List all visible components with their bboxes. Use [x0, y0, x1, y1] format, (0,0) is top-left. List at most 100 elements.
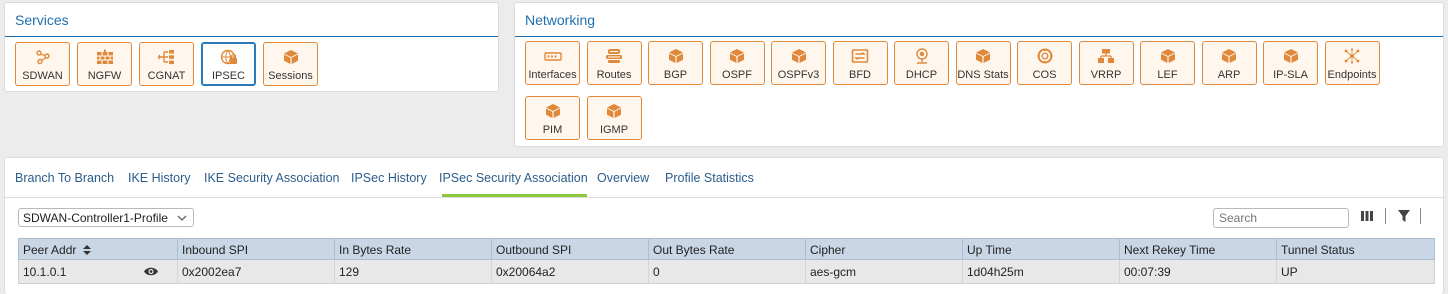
tab-bar-divider: [5, 197, 1443, 198]
networking-tile-ospfv3[interactable]: OSPFv3: [771, 41, 826, 85]
toolbar-divider-end: [1420, 208, 1421, 224]
column-header-up-time[interactable]: Up Time: [962, 239, 1119, 259]
cell-tunnel-status: UP: [1276, 260, 1434, 283]
services-divider: [5, 36, 498, 37]
networking-tile-cos[interactable]: COS: [1017, 41, 1072, 85]
networking-tile-dns-stats[interactable]: DNS Stats: [955, 41, 1011, 85]
ipsec-icon: [220, 49, 238, 65]
endpoints-icon: [1343, 48, 1361, 64]
networking-tile-label: DHCP: [905, 69, 938, 81]
profile-select-value: SDWAN-Controller1-Profile: [23, 211, 168, 225]
networking-tile-lef[interactable]: LEF: [1140, 41, 1195, 85]
networking-tile-label: IGMP: [599, 124, 629, 136]
networking-tile-vrrp[interactable]: VRRP: [1078, 41, 1134, 85]
services-tile-ngfw[interactable]: NGFW: [77, 42, 132, 86]
cell-next-rekey-time: 00:07:39: [1119, 260, 1276, 283]
cell-in-bytes-rate: 129: [334, 260, 491, 283]
vrrp-icon: [1097, 48, 1115, 64]
cgnat-icon: [157, 49, 176, 65]
cube-icon: [1159, 48, 1177, 64]
column-header-outbound-spi[interactable]: Outbound SPI: [491, 239, 648, 259]
cos-icon: [1036, 48, 1054, 64]
services-tile-sessions[interactable]: Sessions: [263, 42, 318, 86]
tab-overview[interactable]: Overview: [597, 171, 649, 185]
services-tile-sdwan[interactable]: SDWAN: [15, 42, 70, 86]
services-tile-ipsec[interactable]: IPSEC: [201, 42, 256, 86]
table-row[interactable]: 10.1.0.1 0x2002ea7 129 0x20064a2 0 aes-g…: [18, 260, 1435, 284]
cell-up-time: 1d04h25m: [962, 260, 1119, 283]
filter-icon[interactable]: [1397, 209, 1411, 223]
search-input[interactable]: [1213, 208, 1349, 228]
services-panel: Services SDWAN NGFW CGNAT IPSEC Sessions: [4, 2, 499, 92]
networking-tile-bgp[interactable]: BGP: [648, 41, 703, 85]
ipsec-content-panel: Branch To Branch IKE History IKE Securit…: [4, 157, 1444, 294]
networking-tile-label: BFD: [849, 69, 871, 81]
networking-tile-dhcp[interactable]: DHCP: [894, 41, 949, 85]
column-header-peer-addr[interactable]: Peer Addr: [19, 239, 177, 259]
columns-icon[interactable]: [1360, 209, 1374, 223]
column-header-in-bytes-rate[interactable]: In Bytes Rate: [334, 239, 491, 259]
cell-outbound-spi: 0x20064a2: [491, 260, 648, 283]
cube-icon: [544, 103, 562, 119]
tab-profile-statistics[interactable]: Profile Statistics: [665, 171, 754, 185]
column-header-out-bytes-rate[interactable]: Out Bytes Rate: [648, 239, 805, 259]
tab-branch-to-branch[interactable]: Branch To Branch: [15, 171, 114, 185]
firewall-icon: [96, 49, 114, 65]
profile-select[interactable]: SDWAN-Controller1-Profile: [18, 208, 194, 227]
cube-icon: [605, 103, 623, 119]
cube-icon: [667, 48, 685, 64]
cube-icon: [728, 48, 746, 64]
eye-icon[interactable]: [143, 266, 159, 277]
networking-tile-label: IP-SLA: [1273, 69, 1308, 81]
networking-tile-arp[interactable]: ARP: [1201, 41, 1257, 85]
networking-tile-label: DNS Stats: [957, 69, 1009, 81]
column-header-tunnel-status[interactable]: Tunnel Status: [1276, 239, 1434, 259]
services-tile-label: NGFW: [87, 70, 122, 82]
dhcp-icon: [913, 48, 931, 64]
cell-peer-addr: 10.1.0.1: [19, 260, 177, 283]
networking-tile-label: OSPFv3: [777, 69, 820, 81]
column-header-inbound-spi[interactable]: Inbound SPI: [177, 239, 334, 259]
sort-icon[interactable]: [82, 244, 91, 255]
networking-tile-ip-sla[interactable]: IP-SLA: [1263, 41, 1318, 85]
networking-divider: [515, 36, 1443, 37]
networking-tile-routes[interactable]: Routes: [586, 41, 642, 85]
services-title: Services: [15, 12, 69, 28]
routes-icon: [605, 48, 623, 64]
column-header-cipher[interactable]: Cipher: [805, 239, 962, 259]
services-tile-label: SDWAN: [22, 70, 63, 82]
column-header-next-rekey-time[interactable]: Next Rekey Time: [1119, 239, 1276, 259]
networking-tile-pim[interactable]: PIM: [525, 96, 580, 140]
networking-panel: Networking Interfaces Routes BGP OSPF OSPFv3…: [514, 2, 1444, 147]
networking-tile-label: VRRP: [1090, 69, 1122, 81]
networking-tile-label: PIM: [542, 124, 563, 136]
networking-tile-label: Interfaces: [528, 69, 577, 81]
interfaces-icon: [543, 48, 562, 64]
networking-tile-label: ARP: [1217, 69, 1241, 81]
cube-icon: [1220, 48, 1238, 64]
table-header: Peer Addr Inbound SPI In Bytes Rate Outb…: [18, 238, 1435, 260]
cube-icon: [974, 48, 992, 64]
networking-tile-interfaces[interactable]: Interfaces: [525, 41, 580, 85]
networking-tile-label: COS: [1032, 69, 1057, 81]
cell-inbound-spi: 0x2002ea7: [177, 260, 334, 283]
sdwan-icon: [34, 49, 52, 65]
networking-tile-endpoints[interactable]: Endpoints: [1324, 41, 1380, 85]
tab-ipsec-history[interactable]: IPSec History: [351, 171, 427, 185]
networking-tile-ospf[interactable]: OSPF: [709, 41, 765, 85]
networking-tile-label: BGP: [663, 69, 688, 81]
networking-tile-label: LEF: [1157, 69, 1178, 81]
networking-tile-bfd[interactable]: BFD: [832, 41, 888, 85]
cube-icon: [790, 48, 808, 64]
tab-ipsec-security-association[interactable]: IPSec Security Association: [439, 171, 588, 185]
networking-tile-igmp[interactable]: IGMP: [586, 96, 642, 140]
tab-ike-history[interactable]: IKE History: [128, 171, 191, 185]
toolbar-divider: [1385, 208, 1386, 224]
networking-tile-label: OSPF: [722, 69, 752, 81]
services-tile-cgnat[interactable]: CGNAT: [139, 42, 194, 86]
ipsec-sa-table: Peer Addr Inbound SPI In Bytes Rate Outb…: [18, 238, 1435, 284]
tab-ike-security-association[interactable]: IKE Security Association: [204, 171, 339, 185]
chevron-down-icon: [176, 212, 188, 224]
networking-title: Networking: [525, 12, 596, 28]
active-tab-indicator: [442, 194, 587, 197]
